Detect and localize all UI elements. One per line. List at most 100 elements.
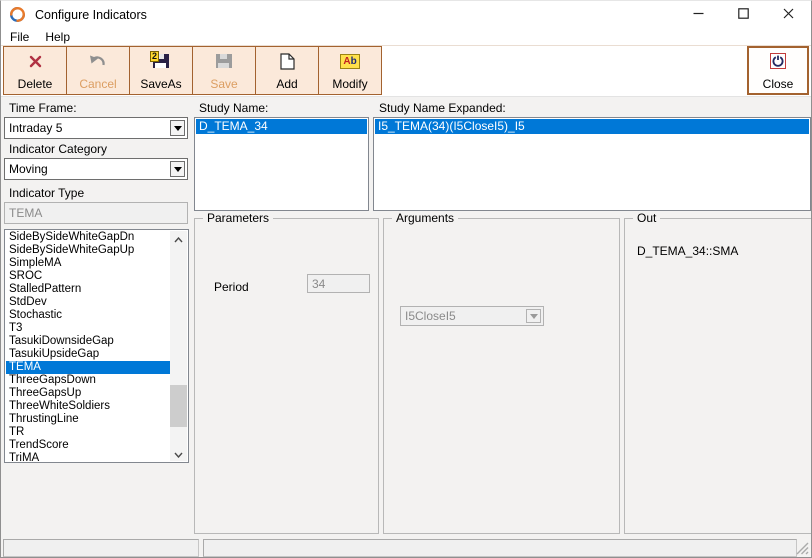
minimize-icon bbox=[693, 8, 704, 22]
out-group: Out D_TEMA_34::SMA bbox=[624, 218, 812, 534]
period-label: Period bbox=[214, 280, 249, 294]
power-icon bbox=[770, 52, 786, 70]
status-panel-left bbox=[3, 539, 199, 557]
indicator-category-dropdown-button[interactable] bbox=[170, 161, 185, 177]
list-item[interactable]: SimpleMA bbox=[6, 257, 170, 270]
chevron-down-icon bbox=[174, 447, 183, 461]
list-item[interactable]: TR bbox=[6, 426, 170, 439]
period-field: 34 bbox=[307, 274, 370, 293]
app-logo-icon bbox=[9, 6, 26, 23]
chevron-up-icon bbox=[174, 232, 183, 246]
indicator-category-value: Moving bbox=[9, 162, 48, 176]
list-item[interactable]: I5_TEMA(34)(I5CloseI5)_I5 bbox=[375, 119, 809, 134]
list-item[interactable]: TriMA bbox=[6, 452, 170, 461]
maximize-button[interactable] bbox=[721, 1, 766, 28]
list-item[interactable]: TEMA bbox=[6, 361, 170, 374]
cancel-button[interactable]: Cancel bbox=[66, 46, 130, 95]
modify-button[interactable]: Modify bbox=[318, 46, 382, 95]
save-as-button[interactable]: SaveAs bbox=[129, 46, 193, 95]
save-button[interactable]: Save bbox=[192, 46, 256, 95]
cancel-button-label: Cancel bbox=[79, 77, 116, 91]
modify-button-label: Modify bbox=[332, 77, 367, 91]
undo-arrow-icon bbox=[89, 52, 107, 70]
toolbar-button-group: Delete Cancel SaveAs bbox=[3, 46, 382, 95]
close-icon bbox=[783, 8, 794, 22]
menu-file[interactable]: File bbox=[10, 30, 29, 44]
study-name-label: Study Name: bbox=[199, 101, 268, 115]
arguments-dropdown-button bbox=[526, 309, 541, 323]
list-item[interactable]: TasukiUpsideGap bbox=[6, 348, 170, 361]
out-group-title: Out bbox=[633, 211, 660, 225]
save-button-label: Save bbox=[210, 77, 237, 91]
chevron-down-icon bbox=[174, 167, 182, 172]
list-item[interactable]: D_TEMA_34 bbox=[196, 119, 367, 134]
study-name-expanded-listbox: I5_TEMA(34)(I5CloseI5)_I5 bbox=[373, 117, 811, 211]
list-item[interactable]: SideBySideWhiteGapUp bbox=[6, 244, 170, 257]
add-button[interactable]: Add bbox=[255, 46, 319, 95]
menu-help[interactable]: Help bbox=[45, 30, 70, 44]
status-panel-right bbox=[203, 539, 797, 557]
study-name-list: D_TEMA_34 bbox=[196, 119, 367, 134]
period-value: 34 bbox=[312, 277, 325, 291]
list-item[interactable]: StdDev bbox=[6, 296, 170, 309]
arguments-group: Arguments I5CloseI5 bbox=[383, 218, 620, 534]
indicator-list: SideBySideWhiteGapDn SideBySideWhiteGapU… bbox=[6, 231, 170, 461]
maximize-icon bbox=[738, 8, 749, 22]
indicator-type-label: Indicator Type bbox=[9, 186, 84, 200]
indicator-category-combobox[interactable]: Moving bbox=[4, 158, 188, 180]
list-item[interactable]: SROC bbox=[6, 270, 170, 283]
delete-x-icon bbox=[28, 52, 43, 70]
time-frame-value: Intraday 5 bbox=[9, 121, 62, 135]
add-button-label: Add bbox=[276, 77, 297, 91]
close-window-button[interactable] bbox=[766, 1, 811, 28]
study-name-expanded-label: Study Name Expanded: bbox=[379, 101, 506, 115]
indicator-listbox: SideBySideWhiteGapDn SideBySideWhiteGapU… bbox=[4, 229, 189, 463]
toolbar: Delete Cancel SaveAs bbox=[1, 45, 811, 97]
list-item[interactable]: StalledPattern bbox=[6, 283, 170, 296]
configure-indicators-window: Configure Indicators File Help bbox=[0, 0, 812, 558]
close-button-label: Close bbox=[763, 77, 794, 91]
save-as-floppy-icon bbox=[153, 52, 169, 70]
scrollbar-thumb[interactable] bbox=[170, 385, 187, 427]
list-item[interactable]: T3 bbox=[6, 322, 170, 335]
parameters-group-title: Parameters bbox=[203, 211, 273, 225]
menu-bar: File Help bbox=[1, 28, 811, 45]
chevron-down-icon bbox=[174, 126, 182, 131]
delete-button-label: Delete bbox=[18, 77, 53, 91]
delete-button[interactable]: Delete bbox=[3, 46, 67, 95]
list-item[interactable]: ThrustingLine bbox=[6, 413, 170, 426]
rename-ab-icon bbox=[340, 52, 359, 70]
list-item[interactable]: ThreeGapsDown bbox=[6, 374, 170, 387]
scroll-up-button[interactable] bbox=[170, 231, 187, 246]
new-document-icon bbox=[280, 52, 295, 70]
study-name-listbox: D_TEMA_34 bbox=[194, 117, 369, 211]
study-name-expanded-list: I5_TEMA(34)(I5CloseI5)_I5 bbox=[375, 119, 809, 134]
indicator-type-field: TEMA bbox=[4, 202, 188, 224]
close-button[interactable]: Close bbox=[747, 46, 809, 95]
window-title: Configure Indicators bbox=[35, 8, 147, 22]
list-item[interactable]: TrendScore bbox=[6, 439, 170, 452]
list-item[interactable]: TasukiDownsideGap bbox=[6, 335, 170, 348]
list-item[interactable]: SideBySideWhiteGapDn bbox=[6, 231, 170, 244]
list-item[interactable]: ThreeGapsUp bbox=[6, 387, 170, 400]
indicator-list-scrollbar[interactable] bbox=[170, 231, 187, 461]
title-bar: Configure Indicators bbox=[1, 1, 811, 28]
arguments-combobox-value: I5CloseI5 bbox=[405, 309, 456, 323]
time-frame-combobox[interactable]: Intraday 5 bbox=[4, 117, 188, 139]
list-item[interactable]: Stochastic bbox=[6, 309, 170, 322]
indicator-type-value: TEMA bbox=[9, 206, 42, 220]
time-frame-dropdown-button[interactable] bbox=[170, 120, 185, 136]
save-as-button-label: SaveAs bbox=[140, 77, 181, 91]
scroll-down-button[interactable] bbox=[170, 446, 187, 461]
save-floppy-icon bbox=[216, 52, 232, 70]
resize-grip-icon[interactable] bbox=[796, 542, 809, 555]
time-frame-label: Time Frame: bbox=[9, 101, 77, 115]
list-item[interactable]: ThreeWhiteSoldiers bbox=[6, 400, 170, 413]
parameters-group: Parameters Period 34 bbox=[194, 218, 379, 534]
chevron-down-icon bbox=[530, 314, 538, 319]
out-value: D_TEMA_34::SMA bbox=[637, 244, 738, 258]
window-controls bbox=[676, 1, 811, 28]
arguments-group-title: Arguments bbox=[392, 211, 458, 225]
arguments-combobox: I5CloseI5 bbox=[400, 306, 544, 326]
minimize-button[interactable] bbox=[676, 1, 721, 28]
